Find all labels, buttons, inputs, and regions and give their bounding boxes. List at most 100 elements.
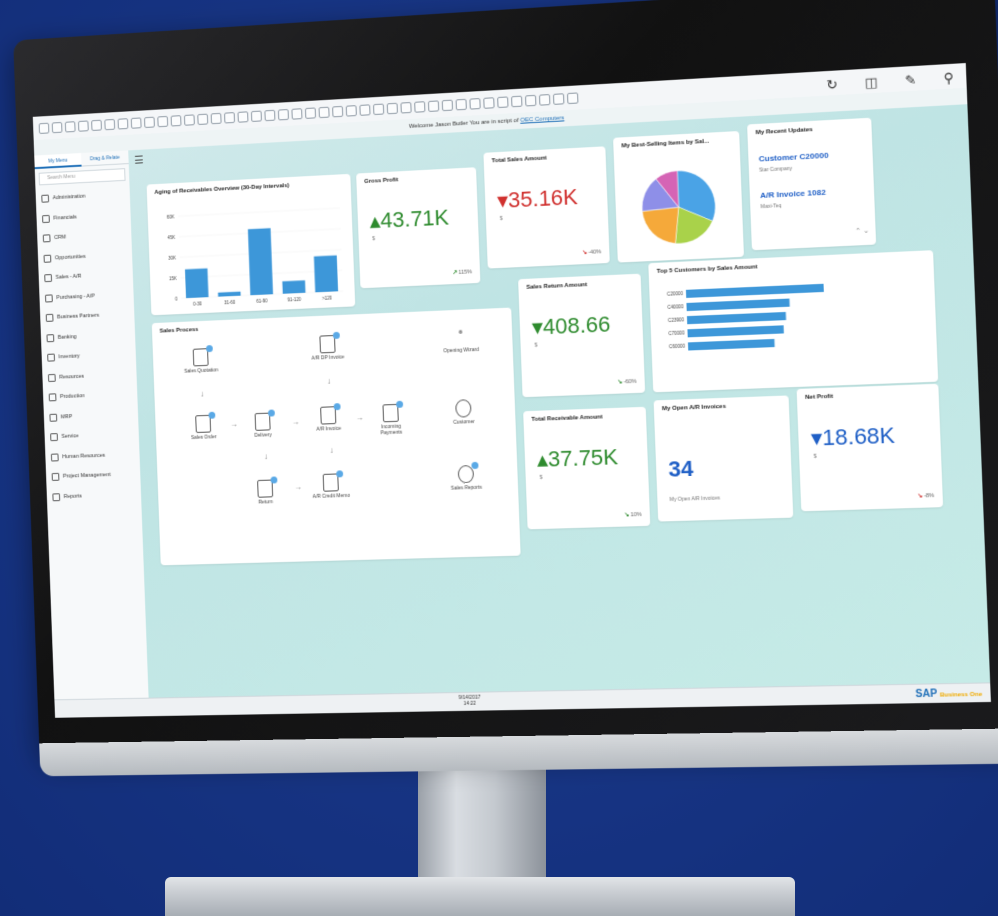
toolbar-button[interactable] [455,98,467,110]
sidebar-item-label: Administration [52,193,86,202]
menu-icon [50,433,58,442]
sales-return-card[interactable]: Sales Return Amount ▾408.66 $ ↘ -60% [518,273,646,398]
toolbar-button[interactable] [197,113,209,125]
window-icon[interactable]: ◫ [865,74,878,91]
hamburger-menu-icon[interactable]: ☰ [134,153,144,166]
toolbar-button[interactable] [291,107,303,120]
toolbar-button[interactable] [538,93,551,106]
toolbar-button[interactable] [77,119,89,132]
node-sales-quotation[interactable]: Sales Quotation [181,345,220,375]
x-tick-label: 61-90 [256,298,268,304]
toolbar-button[interactable] [566,91,579,104]
node-label: Delivery [254,432,272,439]
menu-icon [49,413,58,422]
node-ar-dp-invoice[interactable]: A/R DP Invoice [308,331,348,362]
toolbar-button[interactable] [170,114,182,127]
toolbar-button[interactable] [64,120,76,132]
toolbar-button[interactable] [157,115,169,127]
toolbar-button[interactable] [525,94,537,106]
kpi-number: 43.71K [379,204,450,233]
menu-icon [44,274,53,283]
toolbar-button[interactable] [210,112,222,124]
recent-updates-card[interactable]: My Recent Updates Customer C20000 Star C… [747,117,877,251]
toolbar-button[interactable] [552,92,565,105]
net-profit-card[interactable]: Net Profit ▾18.68K $ ↘ -8% [796,383,944,512]
total-sales-card[interactable]: Total Sales Amount ▾35.16K $ ↘ -40% [483,146,610,269]
node-return[interactable]: Return [246,476,285,506]
card-title: Total Sales Amount [491,155,547,165]
kpi-value: ▾408.66 [531,311,611,340]
node-label: Customer [453,419,475,426]
toolbar-button[interactable] [332,105,344,117]
toolbar-button[interactable] [91,119,102,131]
node-sales-reports[interactable]: Sales Reports [446,461,487,492]
tab-my-menu[interactable]: My Menu [34,152,82,170]
sidebar-item-reports[interactable]: Reports [47,484,142,507]
toolbar-button[interactable] [400,101,412,114]
toolbar-button[interactable] [224,111,235,123]
toolbar-button[interactable] [304,106,317,119]
toolbar-button[interactable] [104,118,116,130]
node-ar-credit-memo[interactable]: A/R Credit Memo [311,470,351,500]
toolbar-button[interactable] [144,116,155,128]
pie-chart-icon [457,461,479,484]
toolbar-button[interactable] [469,97,481,110]
toolbar-button[interactable] [237,110,249,123]
refresh-icon[interactable]: ↻ [826,77,838,94]
scroll-arrows-icon[interactable]: ⌃ ⌄ [855,226,870,235]
best-selling-card[interactable]: My Best-Selling Items by Sal... [613,130,744,263]
toolbar-button[interactable] [359,103,371,116]
toolbar-button[interactable] [277,108,289,120]
toolbar-button[interactable] [38,122,50,134]
toolbar-button[interactable] [130,116,142,129]
toolbar-button[interactable] [264,109,276,121]
node-opening-wizard[interactable]: ❁ Opening Wizard [441,329,481,355]
toolbar-button[interactable] [427,99,440,112]
y-tick-label: 30K [168,255,176,260]
node-sales-order[interactable]: Sales Order [184,411,223,441]
company-link[interactable]: OEC Computers [520,115,564,123]
trend-value: -40% [588,249,602,256]
node-delivery[interactable]: Delivery [243,409,282,439]
toolbar-button[interactable] [373,103,385,115]
menu-icon [43,254,52,263]
bar [687,338,775,351]
toolbar-button[interactable] [511,95,523,107]
sales-process-card[interactable]: Sales Process Sales Quotation A/R DP Inv… [151,307,521,566]
search-icon[interactable]: ⚲ [943,70,954,87]
edit-icon[interactable]: ✎ [905,72,917,89]
gross-profit-card[interactable]: Gross Profit ▴43.71K $ ↗ 115% [356,167,481,289]
open-ar-card[interactable]: My Open A/R Invoices 34 My Open A/R Invo… [653,395,794,522]
node-customer[interactable]: Customer [443,399,484,426]
menu-search-input[interactable]: Search Menu [38,168,126,186]
bar [313,255,339,293]
top-customers-card[interactable]: Top 5 Customers by Sales Amount C20000 C4… [648,250,939,393]
monitor-stand-base [165,877,795,916]
aging-card[interactable]: Aging of Receivables Overview (30-Day In… [146,173,356,316]
toolbar-button[interactable] [117,117,129,130]
recent-update-item[interactable]: A/R Invoice 1082 Maxi-Teq [760,188,826,211]
recent-update-item[interactable]: Customer C20000 Star Company [759,151,830,174]
toolbar-button[interactable] [414,100,426,113]
kpi-value: ▴43.71K [369,204,450,234]
bar [247,228,274,296]
toolbar-button[interactable] [318,106,330,118]
node-ar-invoice[interactable]: A/R Invoice [308,403,348,433]
arrow-down-icon: ↓ [263,452,268,462]
kpi-currency: $ [372,236,376,243]
kpi-number: 18.68K [821,422,896,451]
toolbar-button[interactable] [345,104,357,117]
toolbar-button[interactable] [497,95,509,108]
node-label: A/R Invoice [316,425,342,433]
toolbar-button[interactable] [250,110,262,122]
toolbar-button[interactable] [483,96,495,109]
toolbar-button[interactable] [386,102,398,114]
total-receivable-card[interactable]: Total Receivable Amount ▴37.75K $ ↘ 10% [523,406,651,530]
card-title: Net Profit [805,393,834,401]
tab-drag-relate[interactable]: Drag & Relate [81,150,129,167]
toolbar-button[interactable] [51,121,63,133]
toolbar-button[interactable] [441,99,453,111]
category-label: C60000 [669,343,686,349]
node-incoming-payments[interactable]: Incoming Payments [371,400,411,436]
toolbar-button[interactable] [183,113,195,126]
